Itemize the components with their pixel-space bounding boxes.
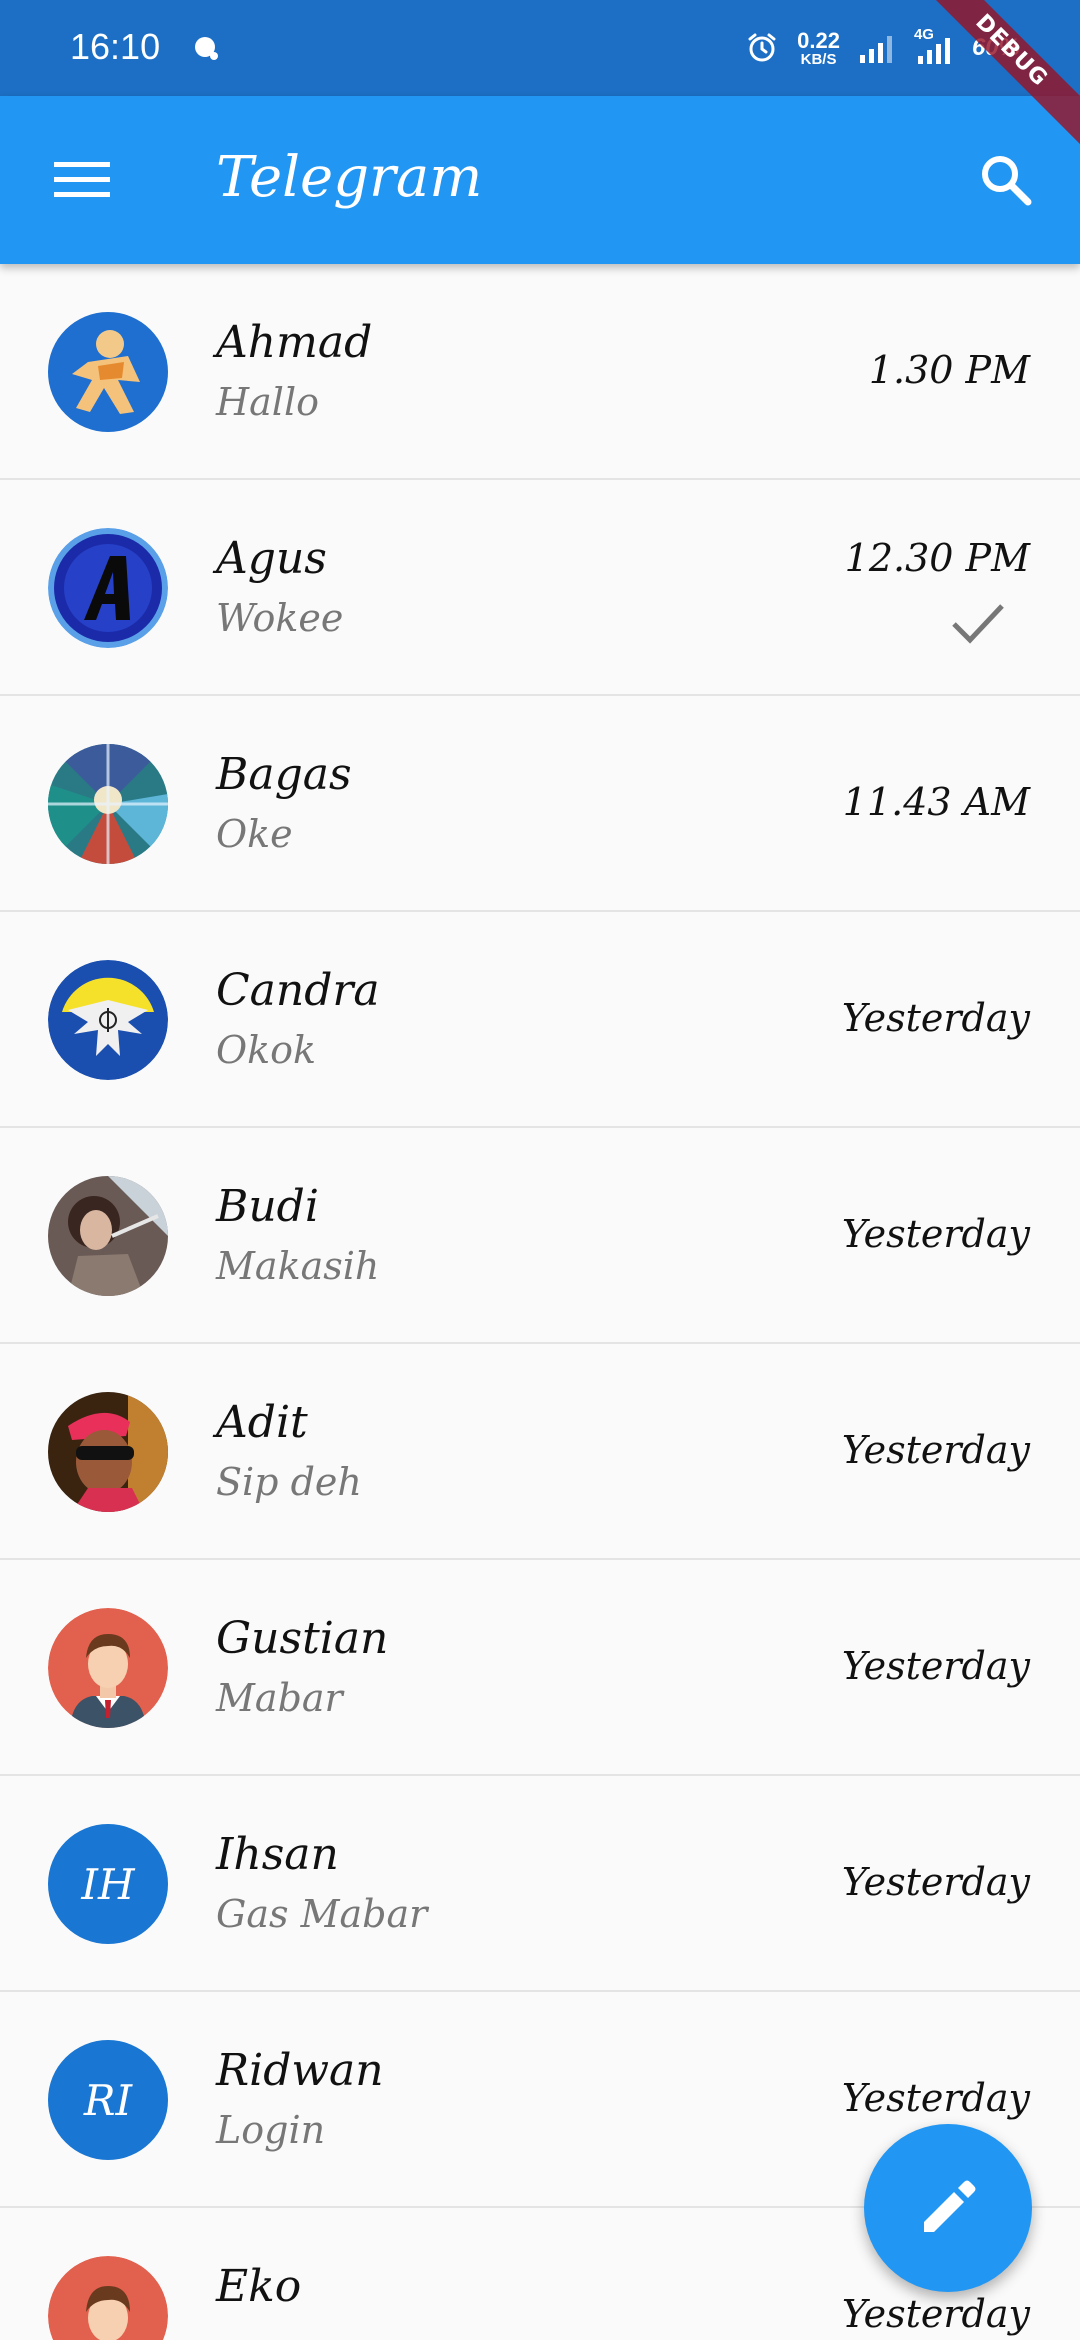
chat-last-message: Mabar [216,1676,343,1720]
menu-icon [54,162,110,197]
chat-item[interactable]: Ahmad Hallo 1.30 PM [0,264,1080,480]
menu-button[interactable] [42,140,122,220]
chat-last-message: Gas Mabar [216,1892,428,1936]
search-button[interactable] [966,140,1046,220]
chat-time: Yesterday [841,2292,1030,2336]
status-time: 16:10 [70,26,161,67]
app-bar: Telegram [0,96,1080,264]
avatar[interactable] [48,1176,168,1296]
chat-time: Yesterday [841,2076,1030,2120]
signal-icon [859,36,892,63]
chat-time: Yesterday [841,1212,1030,1256]
chat-last-message: Okok [216,1028,317,1072]
chat-last-message: Wokee [216,596,344,640]
status-bar: 16:10 0.22 KB/S 4G 6 [0,0,1080,96]
chat-item[interactable]: IH Ihsan Gas Mabar Yesterday [0,1776,1080,1992]
net-speed: 0.22 KB/S [797,27,840,68]
chat-time: Yesterday [841,1644,1030,1688]
chat-item[interactable]: Candra Okok Yesterday [0,912,1080,1128]
chat-time: 12.30 PM [844,536,1030,580]
chat-name: Ahmad [216,317,373,368]
avatar[interactable] [48,528,168,648]
message-dot-icon [195,37,218,60]
chat-list: Ahmad Hallo 1.30 PM Agus Wokee 12.30 PM [0,264,1080,2340]
avatar[interactable] [48,960,168,1080]
chat-item[interactable]: Budi Makasih Yesterday [0,1128,1080,1344]
net-speed-unit: KB/S [800,50,837,68]
chat-name: Gustian [216,1613,389,1664]
chat-last-message: Makasih [216,1244,380,1288]
chat-time: 11.43 AM [842,780,1030,824]
chat-last-message: Login [216,2108,326,2152]
chat-item[interactable]: Gustian Mabar Yesterday [0,1560,1080,1776]
search-icon [982,156,1032,206]
chat-time: Yesterday [841,1428,1030,1472]
chat-time: 1.30 PM [868,348,1030,392]
chat-item[interactable]: Agus Wokee 12.30 PM [0,480,1080,696]
chat-name: Adit [216,1397,308,1448]
chat-last-message: Sip deh [216,1460,362,1504]
chat-name: Ridwan [216,2045,384,2096]
4g-signal-icon: 4G [914,26,954,66]
avatar[interactable] [48,744,168,864]
chat-item[interactable]: Adit Sip deh Yesterday [0,1344,1080,1560]
pencil-icon [924,2180,976,2232]
avatar[interactable]: RI [48,2040,168,2160]
chat-time: Yesterday [841,996,1030,1040]
avatar[interactable] [48,2256,168,2340]
avatar[interactable] [48,312,168,432]
avatar[interactable] [48,1392,168,1512]
chat-name: Budi [216,1181,319,1232]
chat-last-message: Hallo [216,380,319,424]
net-speed-value: 0.22 [797,27,840,53]
app-title: Telegram [216,145,483,210]
chat-name: Eko [216,2261,302,2312]
compose-button[interactable] [864,2124,1032,2292]
chat-name: Agus [216,533,327,584]
chat-time: Yesterday [841,1860,1030,1904]
chat-item[interactable]: Bagas Oke 11.43 AM [0,696,1080,912]
read-check-icon [952,604,1004,644]
chat-last-message: Oke [216,812,293,856]
avatar[interactable] [48,1608,168,1728]
avatar[interactable]: IH [48,1824,168,1944]
chat-name: Ihsan [216,1829,339,1880]
chat-name: Bagas [216,749,352,800]
alarm-icon [748,33,776,62]
chat-name: Candra [216,965,380,1016]
